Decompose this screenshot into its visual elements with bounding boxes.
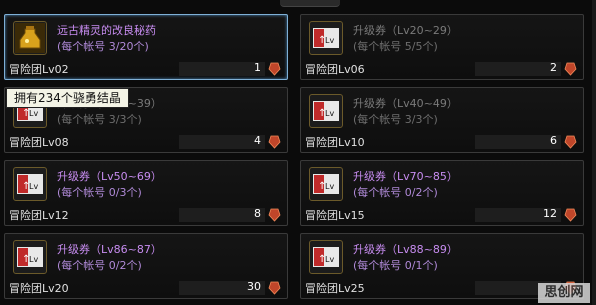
item-price: 6 [550,134,557,147]
svg-text:Lv: Lv [325,255,334,264]
scrollbar[interactable] [592,0,596,305]
level-ticket-icon: ↑ Lv [309,240,343,274]
item-name: 升级券（Lv88~89） [353,243,458,256]
item-price: 8 [254,207,261,220]
svg-text:Lv: Lv [325,36,334,45]
count-bar [475,62,561,76]
potion-icon [13,21,47,55]
item-name: 升级券（Lv20~29） [353,24,458,37]
count-bar [179,208,265,222]
item-name: 升级券（Lv70~85） [353,170,458,183]
item-name: 远古精灵的改良秘药 [57,24,156,37]
item-requirement: 冒险团Lv12 [9,209,69,222]
item-price: 12 [543,207,557,220]
valor-crystal-icon [268,135,281,149]
count-bar [179,62,265,76]
svg-text:Lv: Lv [325,109,334,118]
shop-item-card[interactable]: ↑ Lv 升级券（Lv50~69） (每个帐号 0/3个) 冒险团Lv12 8 [4,160,288,226]
item-purchase-limit: (每个帐号 0/2个) [57,259,142,272]
item-purchase-limit: (每个帐号 3/3个) [57,113,142,126]
valor-crystal-icon [268,281,281,295]
item-requirement: 冒险团Lv08 [9,136,69,149]
shop-item-card[interactable]: ↑ Lv 升级券（Lv86~87） (每个帐号 0/2个) 冒险团Lv20 30 [4,233,288,299]
item-requirement: 冒险团Lv06 [305,63,365,76]
shop-item-card[interactable]: ↑ Lv 升级券（Lv40~49） (每个帐号 3/3个) 冒险团Lv10 6 [300,87,584,153]
item-requirement: 冒险团Lv02 [9,63,69,76]
item-name: 升级券（Lv50~69） [57,170,162,183]
shop-item-card[interactable]: ↑ Lv 升级券（Lv20~29） (每个帐号 5/5个) 冒险团Lv06 2 [300,14,584,80]
item-name: 升级券（Lv40~49） [353,97,458,110]
item-price: 2 [550,61,557,74]
item-purchase-limit: (每个帐号 0/3个) [57,186,142,199]
valor-crystal-icon [268,62,281,76]
item-purchase-limit: (每个帐号 3/3个) [353,113,438,126]
shop-item-grid: 远古精灵的改良秘药 (每个帐号 3/20个) 冒险团Lv02 1 ↑ Lv 升级券… [0,0,596,305]
item-purchase-limit: (每个帐号 3/20个) [57,40,149,53]
shop-item-card[interactable]: 远古精灵的改良秘药 (每个帐号 3/20个) 冒险团Lv02 1 [4,14,288,80]
level-ticket-icon: ↑ Lv [309,21,343,55]
valor-crystal-icon [564,62,577,76]
item-purchase-limit: (每个帐号 0/2个) [353,186,438,199]
item-requirement: 冒险团Lv10 [305,136,365,149]
shop-item-card[interactable]: ↑ Lv 升级券（Lv70~85） (每个帐号 0/2个) 冒险团Lv15 12 [300,160,584,226]
level-ticket-icon: ↑ Lv [309,167,343,201]
item-purchase-limit: (每个帐号 5/5个) [353,40,438,53]
svg-text:Lv: Lv [29,109,38,118]
item-requirement: 冒险团Lv15 [305,209,365,222]
item-requirement: 冒险团Lv25 [305,282,365,295]
valor-crystal-icon [564,208,577,222]
level-ticket-icon: ↑ Lv [309,94,343,128]
svg-text:Lv: Lv [29,255,38,264]
item-price: 1 [254,61,261,74]
item-name: 升级券（Lv86~87） [57,243,162,256]
valor-crystal-icon [564,135,577,149]
level-ticket-icon: ↑ Lv [13,240,47,274]
item-requirement: 冒险团Lv20 [9,282,69,295]
svg-text:Lv: Lv [325,182,334,191]
item-price: 4 [254,134,261,147]
count-bar [179,135,265,149]
valor-crystal-icon [268,208,281,222]
watermark: 思创网 [538,283,590,303]
count-bar [475,135,561,149]
tooltip: 拥有234个骁勇结晶 [6,88,129,108]
level-ticket-icon: ↑ Lv [13,167,47,201]
item-price: 30 [247,280,261,293]
svg-text:Lv: Lv [29,182,38,191]
item-purchase-limit: (每个帐号 0/1个) [353,259,438,272]
